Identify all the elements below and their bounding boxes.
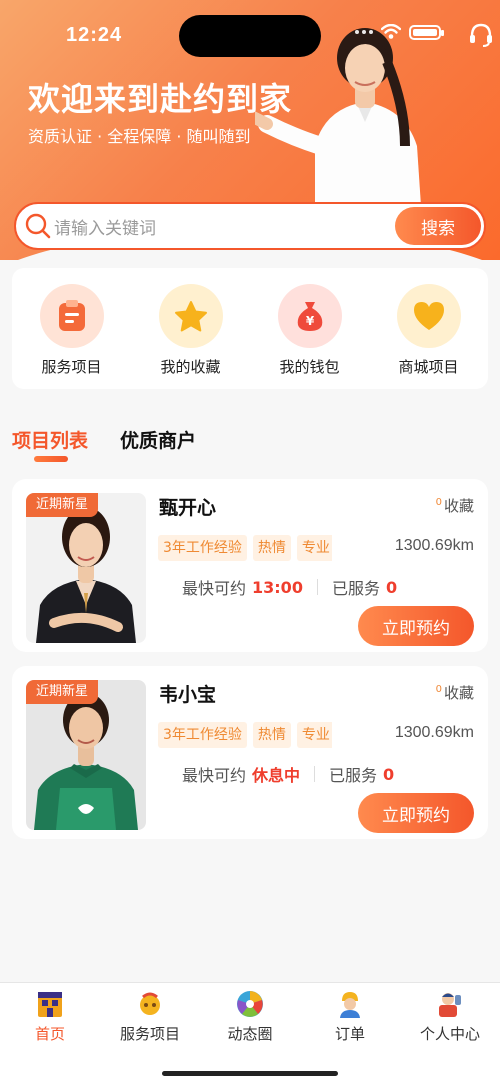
provider-distance: 1300.69km (394, 537, 474, 554)
battery-icon (409, 24, 444, 40)
quick-action-wallet[interactable]: ¥ 我的钱包 (255, 284, 365, 389)
provider-tags: 3年工作经验 热情 专业 (158, 535, 332, 561)
home-indicator (162, 1071, 338, 1076)
status-time: 12:24 (66, 24, 123, 46)
provider-tag: 专业 (296, 722, 332, 748)
provider-tag: 专业 (296, 535, 332, 561)
provider-distance: 1300.69km (394, 724, 474, 741)
quick-actions: 服务项目 我的收藏 ¥ 我的钱包 商城项目 (12, 268, 488, 389)
search-button[interactable]: 搜索 (395, 207, 481, 245)
home-icon (38, 992, 62, 1017)
tabbar-label: 订单 (334, 1025, 365, 1043)
tab-project-list[interactable]: 项目列表 (12, 426, 88, 462)
favorite-count: 0 (435, 684, 442, 695)
hero-title: 欢迎来到赴约到家 (28, 80, 293, 118)
provider-name: 甄开心 (159, 497, 217, 519)
hero-subtitle: 资质认证 · 全程保障 · 随叫随到 (28, 127, 251, 146)
served-count: 0 (383, 764, 395, 784)
tabbar-label: 个人中心 (419, 1025, 480, 1043)
quick-action-service-items[interactable]: 服务项目 (17, 284, 127, 389)
provider-tag: 3年工作经验 (158, 535, 247, 561)
quick-action-label: 我的收藏 (160, 358, 221, 376)
provider-tag: 3年工作经验 (158, 722, 247, 748)
money-bag-icon: ¥ (297, 302, 322, 331)
status-bar: 12:24 (0, 0, 500, 70)
quick-action-label: 商城项目 (398, 358, 459, 376)
earliest-time: 13:00 (252, 577, 303, 597)
tabbar-label: 首页 (34, 1025, 65, 1043)
provider-tag: 热情 (252, 722, 291, 748)
tabbar-item-home[interactable]: 首页 (0, 983, 100, 1086)
customer-service-icon[interactable] (468, 22, 494, 48)
provider-availability: 最快可约 13:00 已服务 0 (182, 577, 398, 599)
active-tab-indicator (34, 456, 68, 462)
book-now-button[interactable]: 立即预约 (358, 793, 474, 833)
provider-availability: 最快可约 休息中 已服务 0 (182, 762, 394, 786)
tabbar-label: 动态圈 (227, 1025, 273, 1043)
quick-action-mall[interactable]: 商城项目 (374, 284, 484, 389)
list-tabs: 项目列表 优质商户 (12, 426, 196, 462)
profile-icon (439, 993, 461, 1017)
heart-icon (413, 302, 444, 330)
aperture-icon (237, 991, 263, 1017)
provider-card[interactable]: 近期新星 韦小宝 0 收藏 3年工作经验 热情 专业 1300.69km 最快可约… (12, 666, 488, 839)
favorite-button[interactable]: 0 收藏 (436, 682, 474, 703)
wifi-icon (381, 24, 401, 39)
quick-action-favorites[interactable]: 我的收藏 (136, 284, 246, 389)
provider-tags: 3年工作经验 热情 专业 (158, 722, 332, 748)
tabbar-item-profile[interactable]: 个人中心 (400, 983, 500, 1086)
favorite-button[interactable]: 0 收藏 (436, 495, 474, 516)
earliest-time: 休息中 (252, 766, 301, 785)
provider-name: 韦小宝 (159, 684, 217, 706)
cellular-icon (355, 30, 373, 34)
worker-icon (340, 992, 360, 1018)
book-now-button[interactable]: 立即预约 (358, 606, 474, 646)
provider-badge: 近期新星 (26, 493, 99, 517)
service-icon (140, 992, 160, 1015)
quick-action-label: 服务项目 (41, 358, 102, 376)
provider-card[interactable]: 近期新星 甄开心 0 收藏 3年工作经验 热情 专业 1300.69km 最快可约… (12, 479, 488, 652)
star-icon (174, 301, 207, 332)
dynamic-island (179, 15, 321, 57)
tabbar-label: 服务项目 (119, 1025, 180, 1043)
provider-badge: 近期新星 (26, 680, 99, 704)
svg-text:¥: ¥ (305, 314, 314, 328)
search-icon (25, 213, 51, 239)
favorite-count: 0 (435, 497, 442, 508)
provider-tag: 热情 (252, 535, 291, 561)
served-count: 0 (385, 577, 398, 597)
search-bar[interactable]: 请输入关键词 搜索 (14, 202, 486, 250)
clipboard-icon (58, 300, 85, 331)
quick-action-label: 我的钱包 (279, 358, 340, 376)
tab-quality-merchants[interactable]: 优质商户 (120, 426, 196, 453)
